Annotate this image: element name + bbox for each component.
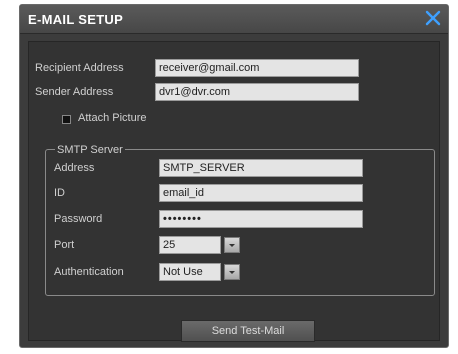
port-select[interactable]: 25 (159, 236, 221, 254)
smtp-password-label: Password (54, 213, 103, 225)
smtp-id-input[interactable]: email_id (159, 184, 363, 202)
chevron-down-icon (229, 244, 235, 247)
recipient-address-label: Recipient Address (35, 62, 124, 74)
authentication-select[interactable]: Not Use (159, 263, 221, 281)
authentication-dropdown-button[interactable] (224, 264, 240, 280)
smtp-authentication-label: Authentication (54, 266, 124, 278)
title-bar[interactable]: E-MAIL SETUP (20, 5, 448, 34)
dialog-title: E-MAIL SETUP (28, 12, 124, 27)
smtp-address-input[interactable]: SMTP_SERVER (159, 159, 363, 177)
send-test-mail-button[interactable]: Send Test-Mail (181, 320, 315, 342)
recipient-address-input[interactable]: receiver@gmail.com (155, 59, 359, 77)
sender-address-label: Sender Address (35, 86, 114, 98)
sender-address-input[interactable]: dvr1@dvr.com (155, 83, 359, 101)
smtp-password-input[interactable]: •••••••• (159, 210, 363, 228)
authentication-select-value: Not Use (163, 266, 203, 278)
port-select-value: 25 (163, 239, 176, 251)
chevron-down-icon (229, 271, 235, 274)
smtp-address-label: Address (54, 162, 95, 174)
email-setup-dialog: E-MAIL SETUP Recipient Address receiver@… (19, 4, 449, 348)
close-icon[interactable] (422, 7, 444, 29)
port-dropdown-button[interactable] (224, 237, 240, 253)
smtp-server-legend: SMTP Server (55, 144, 125, 156)
attach-picture-checkbox[interactable] (62, 115, 71, 124)
settings-panel: Recipient Address receiver@gmail.com Sen… (28, 41, 440, 342)
attach-picture-label: Attach Picture (78, 112, 147, 124)
smtp-id-label: ID (54, 187, 65, 199)
smtp-port-label: Port (54, 239, 75, 251)
